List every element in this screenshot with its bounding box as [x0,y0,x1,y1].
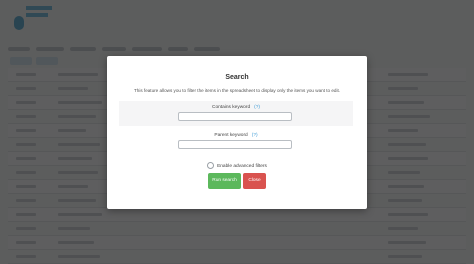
modal-description: This feature allows you to filter the it… [133,88,341,93]
contains-keyword-input[interactable] [178,112,292,121]
parent-keyword-help-link[interactable]: (?) [252,133,258,138]
contains-keyword-help-link[interactable]: (?) [254,105,260,110]
advanced-filters-checkbox[interactable] [207,162,215,169]
parent-keyword-label: Parent keyword [214,133,248,138]
parent-keyword-label-row: Parent keyword (?) [119,133,353,138]
modal-title: Search [225,74,249,81]
parent-keyword-input[interactable] [178,140,292,149]
search-modal: Search This feature allows you to filter… [107,56,367,209]
contains-keyword-group: Contains keyword (?) [119,101,353,126]
close-button[interactable]: Close [243,173,266,189]
parent-keyword-group: Parent keyword (?) [119,129,353,154]
contains-keyword-label: Contains keyword [211,105,251,110]
run-search-button[interactable]: Run search [208,173,241,189]
advanced-filters-label: Enable advanced filters [217,163,267,169]
contains-keyword-label-row: Contains keyword (?) [119,105,353,110]
advanced-filters-row[interactable]: Enable advanced filters [107,162,367,169]
